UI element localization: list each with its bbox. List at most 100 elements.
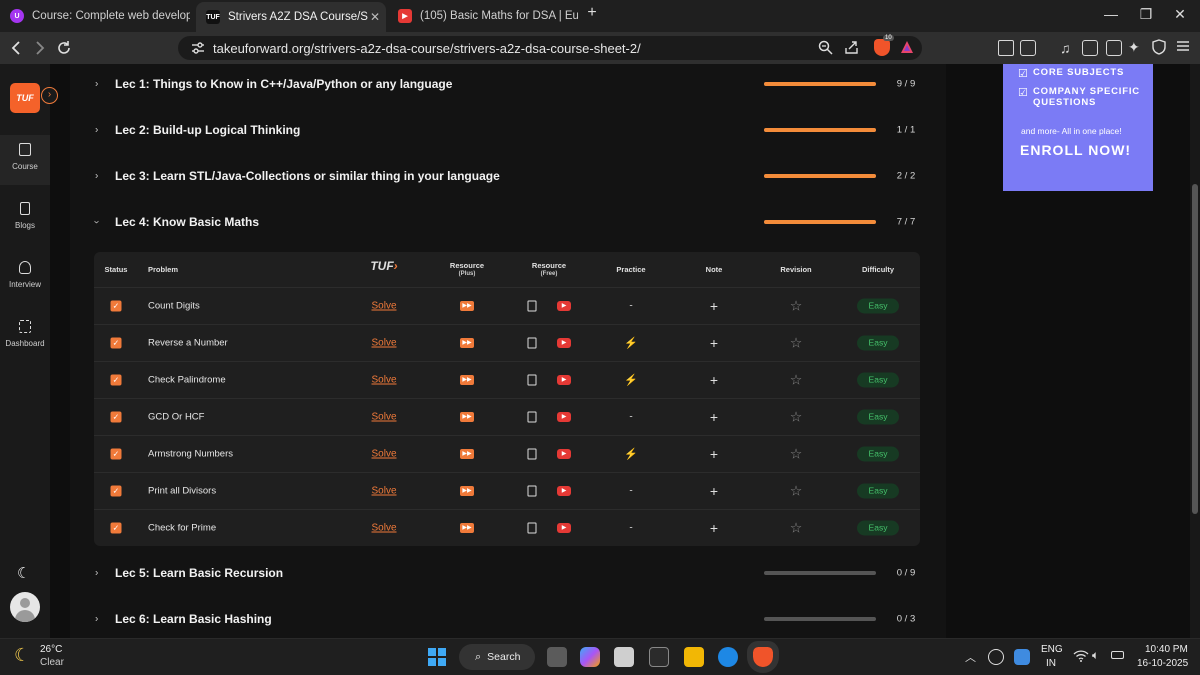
- plus-video-icon[interactable]: ▶▶: [460, 375, 474, 385]
- revision-star-icon[interactable]: ☆: [790, 446, 803, 463]
- article-icon[interactable]: [527, 522, 537, 534]
- plus-video-icon[interactable]: ▶▶: [460, 449, 474, 459]
- youtube-icon[interactable]: ▶: [557, 301, 571, 311]
- tray-app-icon[interactable]: [1014, 649, 1030, 665]
- menu-icon[interactable]: [1176, 39, 1190, 58]
- battery-icon[interactable]: [1111, 651, 1124, 659]
- close-tab-icon[interactable]: ✕: [370, 10, 380, 24]
- add-note-button[interactable]: +: [710, 520, 718, 536]
- article-icon[interactable]: [527, 337, 537, 349]
- add-note-button[interactable]: +: [710, 335, 718, 351]
- article-icon[interactable]: [527, 485, 537, 497]
- back-button[interactable]: [6, 38, 26, 58]
- plus-video-icon[interactable]: ▶▶: [460, 523, 474, 533]
- clock-date[interactable]: 16-10-2025: [1137, 658, 1188, 669]
- plus-video-icon[interactable]: ▶▶: [460, 486, 474, 496]
- tab-udemy-course[interactable]: U Course: Complete web development: [0, 4, 190, 28]
- lecture-row-1[interactable]: › Lec 1: Things to Know in C++/Java/Pyth…: [70, 61, 946, 107]
- scrollbar-thumb[interactable]: [1192, 184, 1198, 514]
- reload-button[interactable]: [54, 38, 74, 58]
- problem-name[interactable]: Armstrong Numbers: [148, 449, 233, 460]
- article-icon[interactable]: [527, 374, 537, 386]
- music-icon[interactable]: ♫: [1060, 40, 1071, 56]
- problem-name[interactable]: Print all Divisors: [148, 486, 216, 497]
- status-checkbox[interactable]: ✓: [110, 337, 122, 349]
- codingninjas-practice-icon[interactable]: ⚡: [624, 448, 638, 461]
- solve-link[interactable]: Solve: [371, 523, 396, 534]
- solve-link[interactable]: Solve: [371, 338, 396, 349]
- codingninjas-practice-icon[interactable]: ⚡: [624, 374, 638, 387]
- solve-link[interactable]: Solve: [371, 449, 396, 460]
- leo-ai-icon[interactable]: ✦: [1128, 39, 1140, 56]
- lecture-row-2[interactable]: › Lec 2: Build-up Logical Thinking 1 / 1: [70, 107, 946, 153]
- maximize-button[interactable]: ❐: [1136, 6, 1156, 23]
- solve-link[interactable]: Solve: [371, 301, 396, 312]
- problem-name[interactable]: Check for Prime: [148, 523, 216, 534]
- status-checkbox[interactable]: ✓: [110, 374, 122, 386]
- revision-star-icon[interactable]: ☆: [790, 409, 803, 426]
- add-note-button[interactable]: +: [710, 446, 718, 462]
- add-note-button[interactable]: +: [710, 298, 718, 314]
- youtube-icon[interactable]: ▶: [557, 449, 571, 459]
- reader-icon[interactable]: [1020, 40, 1036, 56]
- wifi-icon[interactable]: [1073, 649, 1089, 665]
- solve-link[interactable]: Solve: [371, 375, 396, 386]
- add-note-button[interactable]: +: [710, 483, 718, 499]
- plus-video-icon[interactable]: ▶▶: [460, 338, 474, 348]
- weather-temp[interactable]: 26°C: [40, 644, 62, 655]
- tuf-logo[interactable]: TUF: [10, 83, 40, 113]
- windows-start-icon[interactable]: [427, 647, 447, 667]
- sidebar-item-dashboard[interactable]: Dashboard: [0, 320, 50, 348]
- problem-name[interactable]: GCD Or HCF: [148, 412, 204, 423]
- vpn-icon[interactable]: [1152, 39, 1166, 60]
- lecture-row-6[interactable]: › Lec 6: Learn Basic Hashing 0 / 3: [70, 596, 946, 642]
- sidebar-toggle-icon[interactable]: [1082, 40, 1098, 56]
- revision-star-icon[interactable]: ☆: [790, 520, 803, 537]
- page-scrollbar[interactable]: [1190, 64, 1200, 638]
- weather-desc[interactable]: Clear: [40, 657, 64, 668]
- tab-strivers-sheet[interactable]: TUF Strivers A2Z DSA Course/Sheet - ✕: [196, 2, 386, 32]
- codingninjas-practice-icon[interactable]: ⚡: [624, 337, 638, 350]
- forward-button[interactable]: [30, 38, 50, 58]
- sidebar-item-course[interactable]: Course: [0, 135, 50, 185]
- task-view-icon[interactable]: [547, 647, 567, 667]
- youtube-icon[interactable]: ▶: [557, 412, 571, 422]
- brave-rewards-icon[interactable]: [900, 40, 914, 57]
- status-checkbox[interactable]: ✓: [110, 300, 122, 312]
- site-settings-icon[interactable]: [191, 41, 205, 58]
- copilot-icon[interactable]: [580, 647, 600, 667]
- youtube-icon[interactable]: ▶: [557, 486, 571, 496]
- article-icon[interactable]: [527, 411, 537, 423]
- volume-icon[interactable]: 🔈︎: [1092, 648, 1099, 663]
- address-bar[interactable]: takeuforward.org/strivers-a2z-dsa-course…: [178, 35, 922, 60]
- problem-name[interactable]: Reverse a Number: [148, 338, 228, 349]
- store-icon[interactable]: [614, 647, 634, 667]
- sidebar-item-blogs[interactable]: Blogs: [0, 202, 50, 230]
- clock-time[interactable]: 10:40 PM: [1145, 644, 1188, 655]
- file-explorer-icon[interactable]: [684, 647, 704, 667]
- add-note-button[interactable]: +: [710, 372, 718, 388]
- article-icon[interactable]: [527, 448, 537, 460]
- article-icon[interactable]: [527, 300, 537, 312]
- dark-mode-icon[interactable]: ☾: [17, 564, 30, 582]
- solve-link[interactable]: Solve: [371, 412, 396, 423]
- new-tab-button[interactable]: +: [582, 4, 602, 22]
- problem-name[interactable]: Count Digits: [148, 301, 200, 312]
- status-checkbox[interactable]: ✓: [110, 485, 122, 497]
- enroll-ad-banner[interactable]: ☑ CORE SUBJECTS ☑ COMPANY SPECIFIC QUEST…: [1003, 64, 1153, 191]
- lecture-row-3[interactable]: › Lec 3: Learn STL/Java-Collections or s…: [70, 153, 946, 199]
- chevron-up-icon[interactable]: ︿: [965, 649, 976, 665]
- revision-star-icon[interactable]: ☆: [790, 298, 803, 315]
- revision-star-icon[interactable]: ☆: [790, 335, 803, 352]
- solve-link[interactable]: Solve: [371, 486, 396, 497]
- lecture-row-4[interactable]: › Lec 4: Know Basic Maths 7 / 7: [70, 199, 946, 245]
- lang-primary[interactable]: ENG: [1041, 644, 1063, 655]
- sync-icon[interactable]: [988, 649, 1004, 665]
- status-checkbox[interactable]: ✓: [110, 522, 122, 534]
- taskbar-search[interactable]: ⌕ Search: [459, 644, 535, 670]
- revision-star-icon[interactable]: ☆: [790, 372, 803, 389]
- plus-video-icon[interactable]: ▶▶: [460, 412, 474, 422]
- problem-name[interactable]: Check Palindrome: [148, 375, 226, 386]
- sidebar-item-interview[interactable]: Interview: [0, 261, 50, 289]
- lang-secondary[interactable]: IN: [1046, 658, 1056, 669]
